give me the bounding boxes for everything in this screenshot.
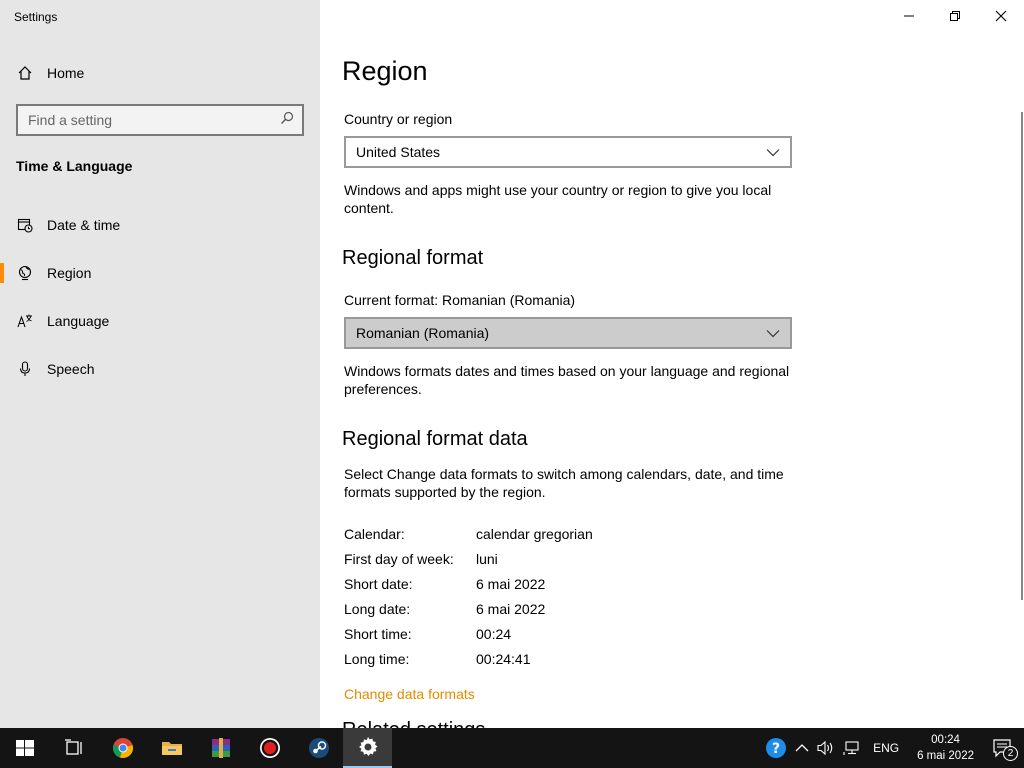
current-format-label: Current format: Romanian (Romania) (344, 292, 576, 308)
notification-center-button[interactable]: 2 (992, 738, 1018, 761)
format-value: luni (476, 551, 498, 567)
format-key: Short date: (344, 576, 413, 592)
related-settings-title: Related settings (342, 719, 485, 728)
scrollbar[interactable] (1021, 112, 1023, 600)
sidebar-item-label: Home (47, 65, 85, 81)
steam-icon (308, 738, 329, 758)
home-icon (0, 65, 47, 81)
country-value: United States (356, 144, 441, 160)
recorder-taskbar-button[interactable] (245, 728, 294, 768)
clock-time: 00:24 (931, 734, 960, 746)
windows-logo-icon (15, 740, 34, 756)
sidebar-item-label: Language (47, 313, 110, 329)
format-row-short-date: Short date: 6 mai 2022 (344, 576, 545, 592)
sidebar-item-label: Speech (47, 361, 95, 377)
search-field[interactable] (16, 104, 304, 136)
format-key: Short time: (344, 626, 412, 642)
sidebar-item-home[interactable]: Home (0, 53, 320, 93)
format-key: Long time: (344, 651, 410, 667)
sidebar-item-label: Date & time (47, 217, 121, 233)
chevron-up-icon[interactable] (795, 743, 809, 753)
sidebar-item-label: Region (47, 265, 92, 281)
sidebar-item-region[interactable]: Region (0, 253, 320, 293)
sidebar-item-date-time[interactable]: Date & time (0, 205, 320, 245)
task-view-button[interactable] (49, 728, 98, 768)
format-row-first-day: First day of week: luni (344, 551, 498, 567)
format-data-description: Select Change data formats to switch amo… (344, 466, 784, 500)
section-title: Time & Language (16, 158, 133, 174)
chevron-down-icon (766, 329, 780, 337)
chevron-down-icon (766, 148, 780, 156)
winrar-taskbar-button[interactable] (196, 728, 245, 768)
active-indicator (0, 263, 4, 283)
format-key: First day of week: (344, 551, 454, 567)
format-row-calendar: Calendar: calendar gregorian (344, 526, 593, 542)
sidebar-item-language[interactable]: Language (0, 301, 320, 341)
clock-date: 6 mai 2022 (917, 750, 974, 762)
taskbar: ? ENG 00:24 6 mai 2022 2 (0, 728, 1024, 768)
steam-taskbar-button[interactable] (294, 728, 343, 768)
sidebar: Settings Home Time & Language Date & tim… (0, 0, 320, 728)
format-value: 00:24:41 (476, 651, 531, 667)
calendar-clock-icon (0, 217, 47, 233)
start-button[interactable] (0, 728, 49, 768)
format-row-long-time: Long time: 00:24:41 (344, 651, 531, 667)
country-description: Windows and apps might use your country … (344, 182, 772, 216)
search-icon[interactable] (280, 111, 294, 130)
network-icon[interactable] (843, 740, 861, 756)
format-row-short-time: Short time: 00:24 (344, 626, 511, 642)
svg-text:?: ? (772, 741, 780, 757)
task-view-icon (64, 739, 82, 755)
volume-icon[interactable] (817, 740, 835, 756)
settings-taskbar-button[interactable] (343, 728, 392, 768)
main-content: Region Country or region United States W… (320, 0, 1024, 728)
format-value: 6 mai 2022 (476, 576, 546, 592)
notification-badge: 2 (1003, 746, 1018, 761)
globe-icon (0, 265, 47, 281)
folder-icon (161, 742, 182, 755)
regional-format-title: Regional format (342, 247, 484, 269)
format-key: Long date: (344, 601, 411, 617)
system-tray: ? ENG 00:24 6 mai 2022 2 (761, 728, 1024, 768)
change-data-formats-link[interactable]: Change data formats (344, 686, 475, 702)
format-value: calendar gregorian (476, 526, 593, 542)
country-dropdown[interactable]: United States (344, 136, 792, 168)
page-title: Region (342, 56, 428, 86)
file-explorer-taskbar-button[interactable] (147, 728, 196, 768)
language-icon (0, 313, 47, 329)
help-icon[interactable]: ? (765, 737, 787, 759)
winrar-icon (211, 738, 230, 758)
regional-format-description: Windows formats dates and times based on… (344, 363, 790, 397)
regional-format-value: Romanian (Romania) (356, 325, 490, 341)
sidebar-item-speech[interactable]: Speech (0, 349, 320, 389)
clock[interactable]: 00:24 6 mai 2022 (917, 732, 974, 764)
gear-icon (358, 737, 377, 756)
format-value: 6 mai 2022 (476, 601, 546, 617)
app-title: Settings (14, 10, 58, 24)
chrome-taskbar-button[interactable] (98, 728, 147, 768)
search-input[interactable] (28, 112, 268, 128)
record-icon (259, 738, 280, 758)
regional-format-dropdown[interactable]: Romanian (Romania) (344, 317, 792, 349)
chrome-icon (112, 738, 133, 758)
format-data-title: Regional format data (342, 428, 528, 450)
microphone-icon (0, 361, 47, 377)
input-language-indicator[interactable]: ENG (873, 741, 899, 755)
format-key: Calendar: (344, 526, 405, 542)
format-row-long-date: Long date: 6 mai 2022 (344, 601, 545, 617)
country-label: Country or region (344, 111, 453, 127)
format-value: 00:24 (476, 626, 512, 642)
